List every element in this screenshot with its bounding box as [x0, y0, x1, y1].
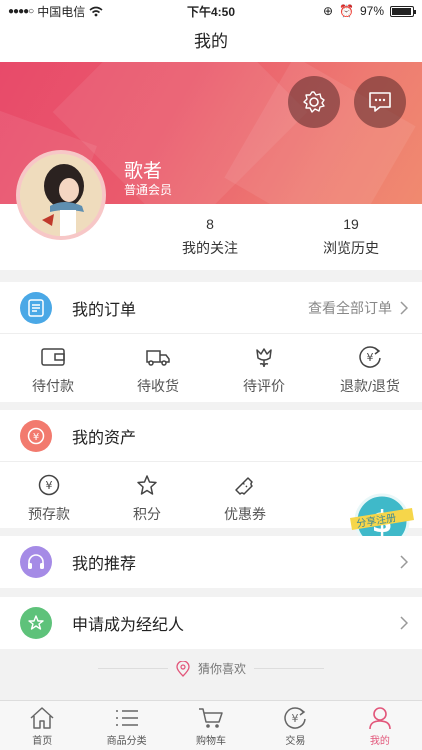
assets-header[interactable]: ¥ 我的资产: [0, 410, 422, 462]
page-title: 我的: [0, 22, 422, 62]
stat-following-label: 我的关注: [182, 240, 238, 256]
username: 歌者: [124, 161, 163, 182]
location-heart-icon: [176, 660, 190, 677]
order-pending-review[interactable]: 待评价: [210, 334, 318, 402]
gear-icon: [303, 91, 325, 113]
order-pending-payment-label: 待付款: [32, 378, 74, 394]
divider: [97, 668, 168, 669]
orders-card: 我的订单 查看全部订单 待付款 待收货 待评价 ¥ 退款/退货: [0, 282, 422, 402]
guess-you-like: 猜你喜欢: [0, 660, 422, 677]
tab-categories[interactable]: 商品分类: [84, 701, 168, 750]
recommend-title: 我的推荐: [72, 556, 137, 573]
avatar[interactable]: [16, 150, 106, 240]
badge-star-icon: [20, 607, 52, 639]
tab-mine-label: 我的: [369, 736, 390, 747]
wifi-icon: [89, 6, 103, 16]
svg-text:¥: ¥: [292, 712, 299, 725]
messages-button[interactable]: [354, 76, 406, 128]
star-icon: [134, 472, 160, 498]
stat-following[interactable]: 8 我的关注: [150, 216, 270, 258]
tab-trade-label: 交易: [285, 736, 306, 747]
tab-bar: 首页 商品分类 购物车 ¥ 交易 我的: [0, 700, 422, 750]
tab-home[interactable]: 首页: [0, 701, 84, 750]
order-refund[interactable]: ¥ 退款/退货: [318, 334, 422, 402]
message-icon: [369, 92, 391, 112]
rotation-lock-icon: ⊕: [322, 4, 334, 18]
order-pending-review-label: 待评价: [243, 378, 285, 394]
agent-title: 申请成为经纪人: [72, 617, 185, 634]
flower-icon: [251, 344, 277, 370]
orders-header[interactable]: 我的订单 查看全部订单: [0, 282, 422, 334]
member-level: 普通会员: [124, 183, 173, 197]
chevron-right-icon: [400, 555, 408, 569]
asset-coupons-label: 优惠券: [224, 506, 266, 522]
settings-button[interactable]: [288, 76, 340, 128]
home-icon: [30, 707, 54, 729]
guess-label: 猜你喜欢: [197, 662, 246, 676]
asset-points-label: 积分: [133, 506, 161, 522]
avatar-image: [20, 154, 102, 236]
tab-categories-label: 商品分类: [106, 736, 147, 747]
view-all-orders-link[interactable]: 查看全部订单: [308, 298, 408, 318]
order-icon: [20, 291, 52, 324]
svg-text:¥: ¥: [367, 351, 374, 364]
assets-title: 我的资产: [72, 429, 137, 447]
asset-coupons[interactable]: 优惠券: [196, 462, 294, 528]
carrier-label: 中国电信: [37, 4, 86, 19]
refund-icon: ¥: [357, 344, 383, 370]
chevron-right-icon: [400, 616, 408, 630]
order-pending-receipt-label: 待收货: [137, 378, 179, 394]
status-bar: ●●●●○ 中国电信 下午4:50 ⊕ ⏰ 97%: [0, 0, 422, 22]
tab-cart[interactable]: 购物车: [169, 701, 253, 750]
coupon-icon: [232, 472, 258, 498]
asset-icon: ¥: [20, 419, 52, 452]
svg-text:¥: ¥: [46, 479, 53, 492]
tab-home-label: 首页: [32, 736, 53, 747]
deposit-icon: ¥: [36, 472, 62, 498]
person-icon: [369, 707, 391, 730]
asset-points[interactable]: 积分: [98, 462, 196, 528]
recommend-card: 我的推荐: [0, 536, 422, 588]
wallet-icon: [40, 344, 66, 370]
stat-following-value: 8: [206, 216, 214, 232]
recommend-row[interactable]: 我的推荐: [0, 536, 422, 588]
list-icon: [115, 710, 138, 726]
alarm-icon: ⏰: [339, 4, 354, 18]
divider: [254, 668, 324, 669]
asset-deposit-label: 预存款: [28, 506, 70, 522]
tab-mine[interactable]: 我的: [338, 701, 422, 750]
order-pending-receipt[interactable]: 待收货: [106, 334, 210, 402]
orders-title: 我的订单: [72, 301, 137, 319]
headphones-icon: [20, 546, 52, 578]
tab-trade[interactable]: ¥ 交易: [253, 701, 337, 750]
svg-text:¥: ¥: [33, 432, 39, 443]
view-all-orders-label: 查看全部订单: [308, 299, 392, 316]
truck-icon: [145, 344, 171, 370]
stat-history-label: 浏览历史: [323, 240, 379, 256]
agent-row[interactable]: 申请成为经纪人: [0, 597, 422, 649]
stat-history-value: 19: [343, 216, 359, 232]
trade-icon: ¥: [284, 707, 307, 729]
battery-icon: [390, 5, 416, 17]
cart-icon: [199, 708, 223, 728]
tab-cart-label: 购物车: [196, 736, 227, 747]
agent-card: 申请成为经纪人: [0, 597, 422, 649]
stat-history[interactable]: 19 浏览历史: [291, 216, 411, 258]
chevron-right-icon: [400, 300, 408, 315]
asset-deposit[interactable]: ¥ 预存款: [0, 462, 98, 528]
order-refund-label: 退款/退货: [340, 378, 400, 394]
order-pending-payment[interactable]: 待付款: [0, 334, 106, 402]
battery-percent: 97%: [359, 4, 384, 18]
signal-icon: ●●●●○: [8, 5, 34, 17]
